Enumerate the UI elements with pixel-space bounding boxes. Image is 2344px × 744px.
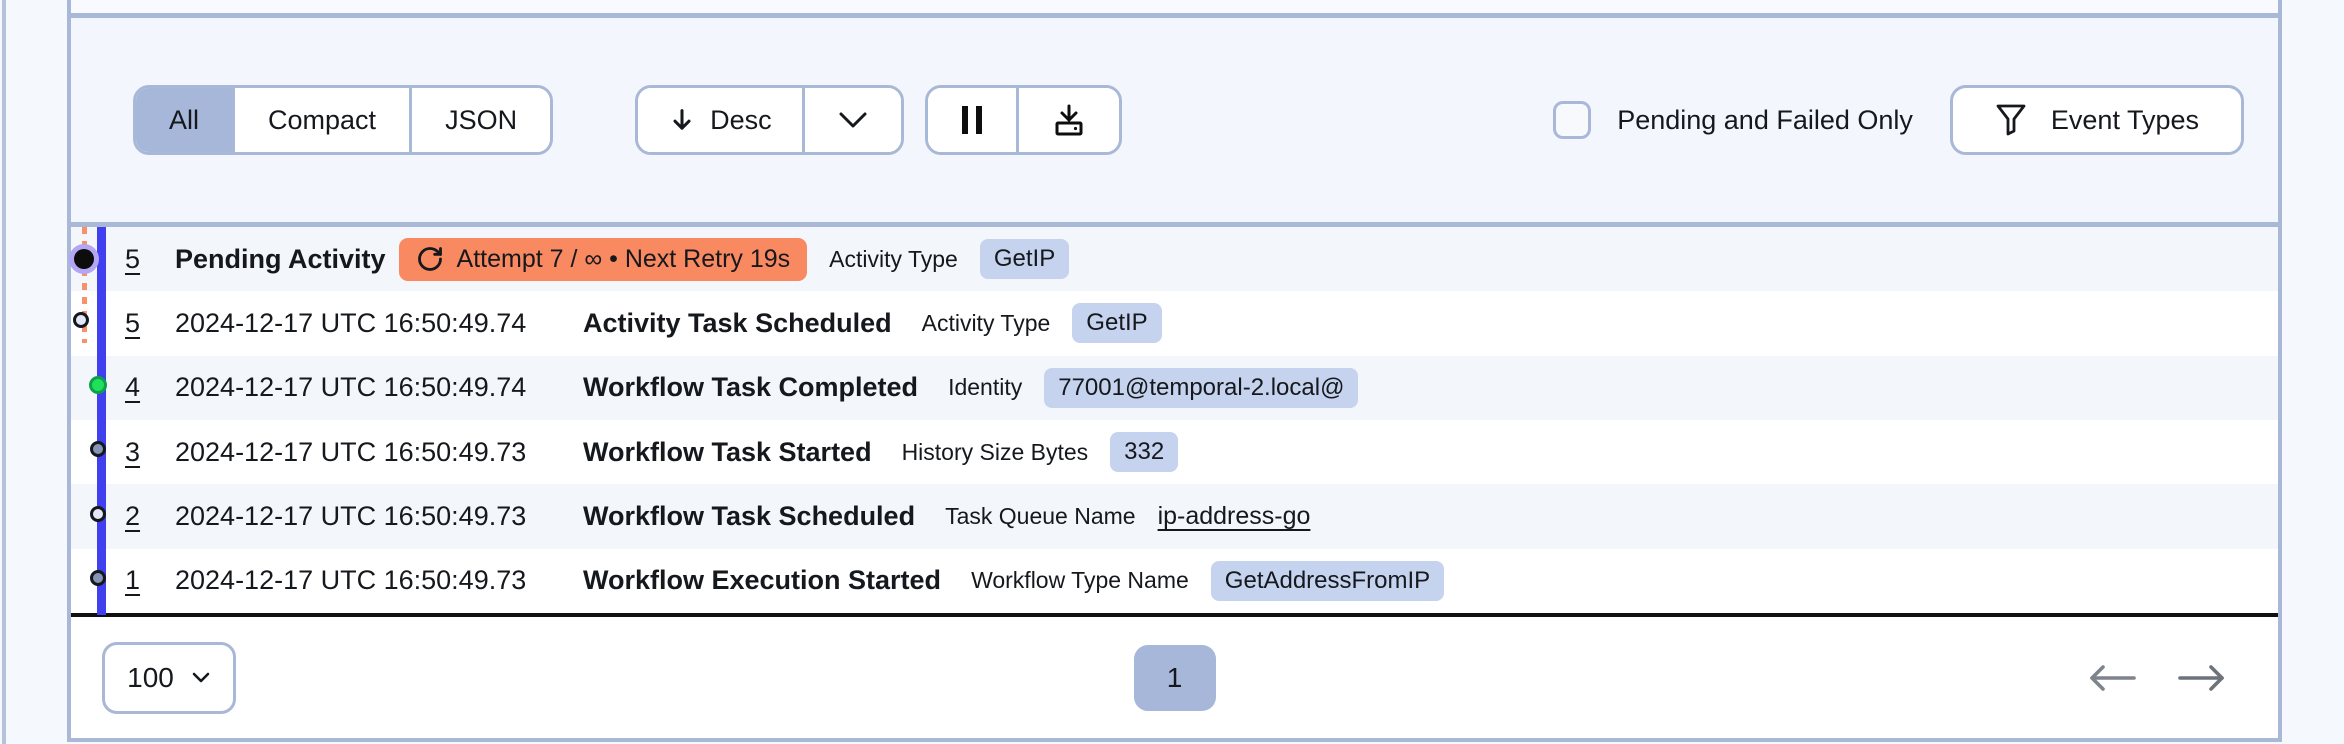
event-timestamp: 2024-12-17 UTC 16:50:49.74 (175, 372, 527, 403)
page-size-value: 100 (127, 661, 174, 693)
arrow-down-icon (668, 106, 696, 134)
funnel-icon (1995, 103, 2027, 137)
retry-badge: Attempt 7 / ∞ • Next Retry 19s (398, 237, 808, 281)
event-id-link[interactable]: 5 (125, 244, 175, 275)
page-number-button[interactable]: 1 (1133, 644, 1216, 711)
tab-all[interactable]: All (136, 88, 233, 152)
attribute-value-badge: GetIP (979, 239, 1070, 280)
attribute-label: Workflow Type Name (971, 567, 1189, 594)
view-switcher: All Compact JSON (133, 85, 554, 155)
event-title: Pending Activity (175, 243, 386, 274)
event-history-table: 5 Pending Activity Attempt 7 / ∞ • Next … (71, 227, 2278, 615)
panel-top-sliver (71, 0, 2278, 13)
page-size-select[interactable]: 100 (102, 641, 236, 714)
event-id-link[interactable]: 5 (125, 308, 175, 339)
chevron-down-icon (837, 111, 869, 129)
event-row[interactable]: 5 2024-12-17 UTC 16:50:49.74 Activity Ta… (71, 291, 2278, 356)
chevron-down-icon (191, 671, 211, 684)
pending-failed-filter: Pending and Failed Only (1553, 101, 1913, 139)
event-row[interactable]: 4 2024-12-17 UTC 16:50:49.74 Workflow Ta… (71, 355, 2278, 420)
pending-failed-checkbox[interactable] (1553, 101, 1592, 139)
event-timestamp: 2024-12-17 UTC 16:50:49.73 (175, 500, 527, 531)
event-title: Activity Task Scheduled (583, 307, 892, 338)
pagination-bar: 100 1 (71, 617, 2278, 738)
download-icon (1051, 102, 1087, 138)
event-title: Workflow Task Completed (583, 372, 919, 403)
attribute-label: Activity Type (829, 245, 958, 272)
pagination-arrows (2084, 664, 2230, 692)
attribute-value-badge: GetIP (1072, 303, 1162, 344)
event-row[interactable]: 3 2024-12-17 UTC 16:50:49.73 Workflow Ta… (71, 419, 2278, 485)
attribute-value-badge: 332 (1110, 432, 1179, 473)
event-id-link[interactable]: 2 (125, 501, 175, 532)
event-row[interactable]: 5 Pending Activity Attempt 7 / ∞ • Next … (71, 227, 2278, 292)
event-types-label: Event Types (2050, 104, 2199, 135)
event-types-button[interactable]: Event Types (1949, 85, 2244, 155)
attribute-label: Activity Type (921, 309, 1051, 336)
event-id-link[interactable]: 1 (125, 565, 175, 596)
attribute-label: History Size Bytes (901, 438, 1089, 465)
sort-label: Desc (710, 104, 772, 135)
event-timestamp: 2024-12-17 UTC 16:50:49.74 (175, 307, 527, 338)
pause-icon (960, 104, 984, 136)
event-id-link[interactable]: 4 (125, 372, 175, 403)
event-title: Workflow Execution Started (583, 565, 942, 596)
retry-icon (416, 245, 444, 273)
pending-failed-label: Pending and Failed Only (1617, 104, 1913, 135)
playback-button-group (924, 85, 1122, 155)
attribute-label: Identity (948, 374, 1023, 401)
pause-button[interactable] (927, 88, 1016, 152)
event-row[interactable]: 2 2024-12-17 UTC 16:50:49.73 Workflow Ta… (71, 484, 2278, 549)
event-title: Workflow Task Started (583, 436, 872, 467)
attribute-value-link[interactable]: ip-address-go (1158, 502, 1311, 531)
event-timestamp: 2024-12-17 UTC 16:50:49.73 (175, 436, 527, 467)
attribute-label: Task Queue Name (945, 502, 1136, 529)
sort-desc-button[interactable]: Desc (638, 88, 802, 152)
attribute-value-badge: GetAddressFromIP (1210, 560, 1445, 601)
previous-page-arrow[interactable] (2084, 664, 2140, 692)
current-page-label: 1 (1166, 661, 1183, 693)
sort-button-group: Desc (635, 85, 904, 155)
event-history-panel: All Compact JSON Desc Pending and Failed… (67, 0, 2282, 742)
event-title: Workflow Task Scheduled (583, 500, 916, 531)
page-left-border (2, 0, 6, 744)
sort-options-chevron-button[interactable] (801, 88, 901, 152)
retry-text: Attempt 7 / ∞ • Next Retry 19s (456, 244, 791, 273)
event-row[interactable]: 1 2024-12-17 UTC 16:50:49.73 Workflow Ex… (71, 548, 2278, 613)
tab-compact[interactable]: Compact (232, 88, 410, 152)
attribute-value-badge: 77001@temporal-2.local@ (1044, 367, 1359, 408)
event-id-link[interactable]: 3 (125, 437, 175, 468)
download-button[interactable] (1015, 88, 1119, 152)
event-timestamp: 2024-12-17 UTC 16:50:49.73 (175, 565, 527, 596)
event-history-toolbar: All Compact JSON Desc Pending and Failed… (71, 18, 2278, 222)
next-page-arrow[interactable] (2174, 664, 2230, 692)
tab-json[interactable]: JSON (409, 88, 551, 152)
